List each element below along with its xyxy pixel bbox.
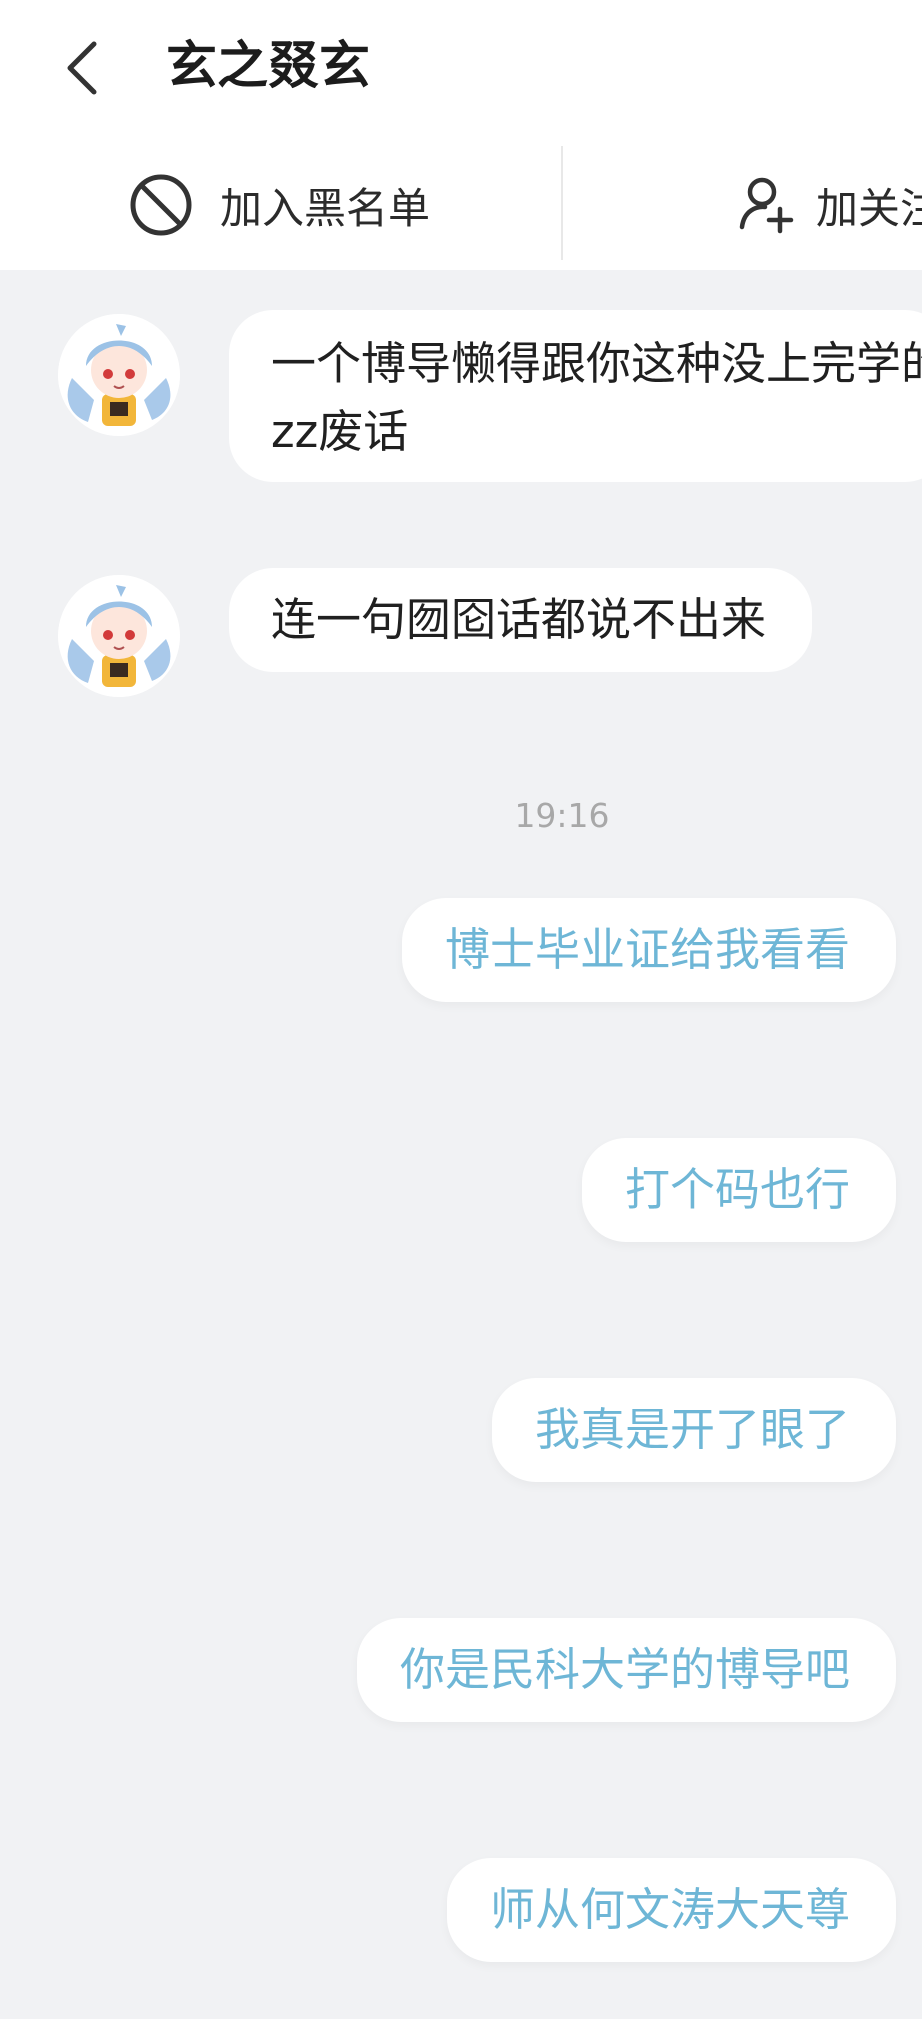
outgoing-message-bubble[interactable]: 博士毕业证给我看看 xyxy=(401,898,896,1002)
add-person-icon xyxy=(739,177,794,234)
anime-avatar-image xyxy=(58,575,180,697)
message-text: 博士毕业证给我看看 xyxy=(444,923,850,976)
page-title: 玄之叕玄 xyxy=(166,37,371,96)
message-text: 师从何文涛大天尊 xyxy=(489,1883,850,1936)
back-button[interactable] xyxy=(58,38,108,98)
follow-button[interactable]: 加关注 xyxy=(738,170,922,240)
message-text: 我真是开了眼了 xyxy=(534,1403,850,1456)
message-text: 你是民科大学的博导吧 xyxy=(399,1643,850,1696)
avatar[interactable] xyxy=(58,575,180,697)
block-button[interactable]: 加入黑名单 xyxy=(128,170,430,240)
action-bar: 加入黑名单 加关注 xyxy=(0,140,922,270)
outgoing-message-bubble[interactable]: 打个码也行 xyxy=(581,1138,896,1242)
block-icon xyxy=(130,174,192,236)
action-divider xyxy=(561,146,563,260)
outgoing-message-bubble[interactable]: 我真是开了眼了 xyxy=(491,1378,896,1482)
anime-avatar-image xyxy=(58,314,180,436)
message-text: 连一句囫囵话都说不出来 xyxy=(271,593,767,646)
incoming-message-bubble[interactable]: 连一句囫囵话都说不出来 xyxy=(229,568,813,672)
follow-label: 加关注 xyxy=(816,183,922,233)
avatar[interactable] xyxy=(58,314,180,436)
outgoing-message-bubble[interactable]: 师从何文涛大天尊 xyxy=(446,1858,896,1962)
message-text: 一个博导懒得跟你这种没上完学的zz废话 xyxy=(271,337,922,458)
top-bar: 玄之叕玄 xyxy=(0,0,922,140)
message-timestamp: 19:16 xyxy=(514,796,610,835)
outgoing-message-bubble[interactable]: 你是民科大学的博导吧 xyxy=(356,1618,896,1722)
chevron-left-icon xyxy=(67,41,97,95)
incoming-message-bubble[interactable]: 一个博导懒得跟你这种没上完学的zz废话 xyxy=(229,310,922,482)
block-label: 加入黑名单 xyxy=(220,183,431,233)
message-text: 打个码也行 xyxy=(624,1163,850,1216)
